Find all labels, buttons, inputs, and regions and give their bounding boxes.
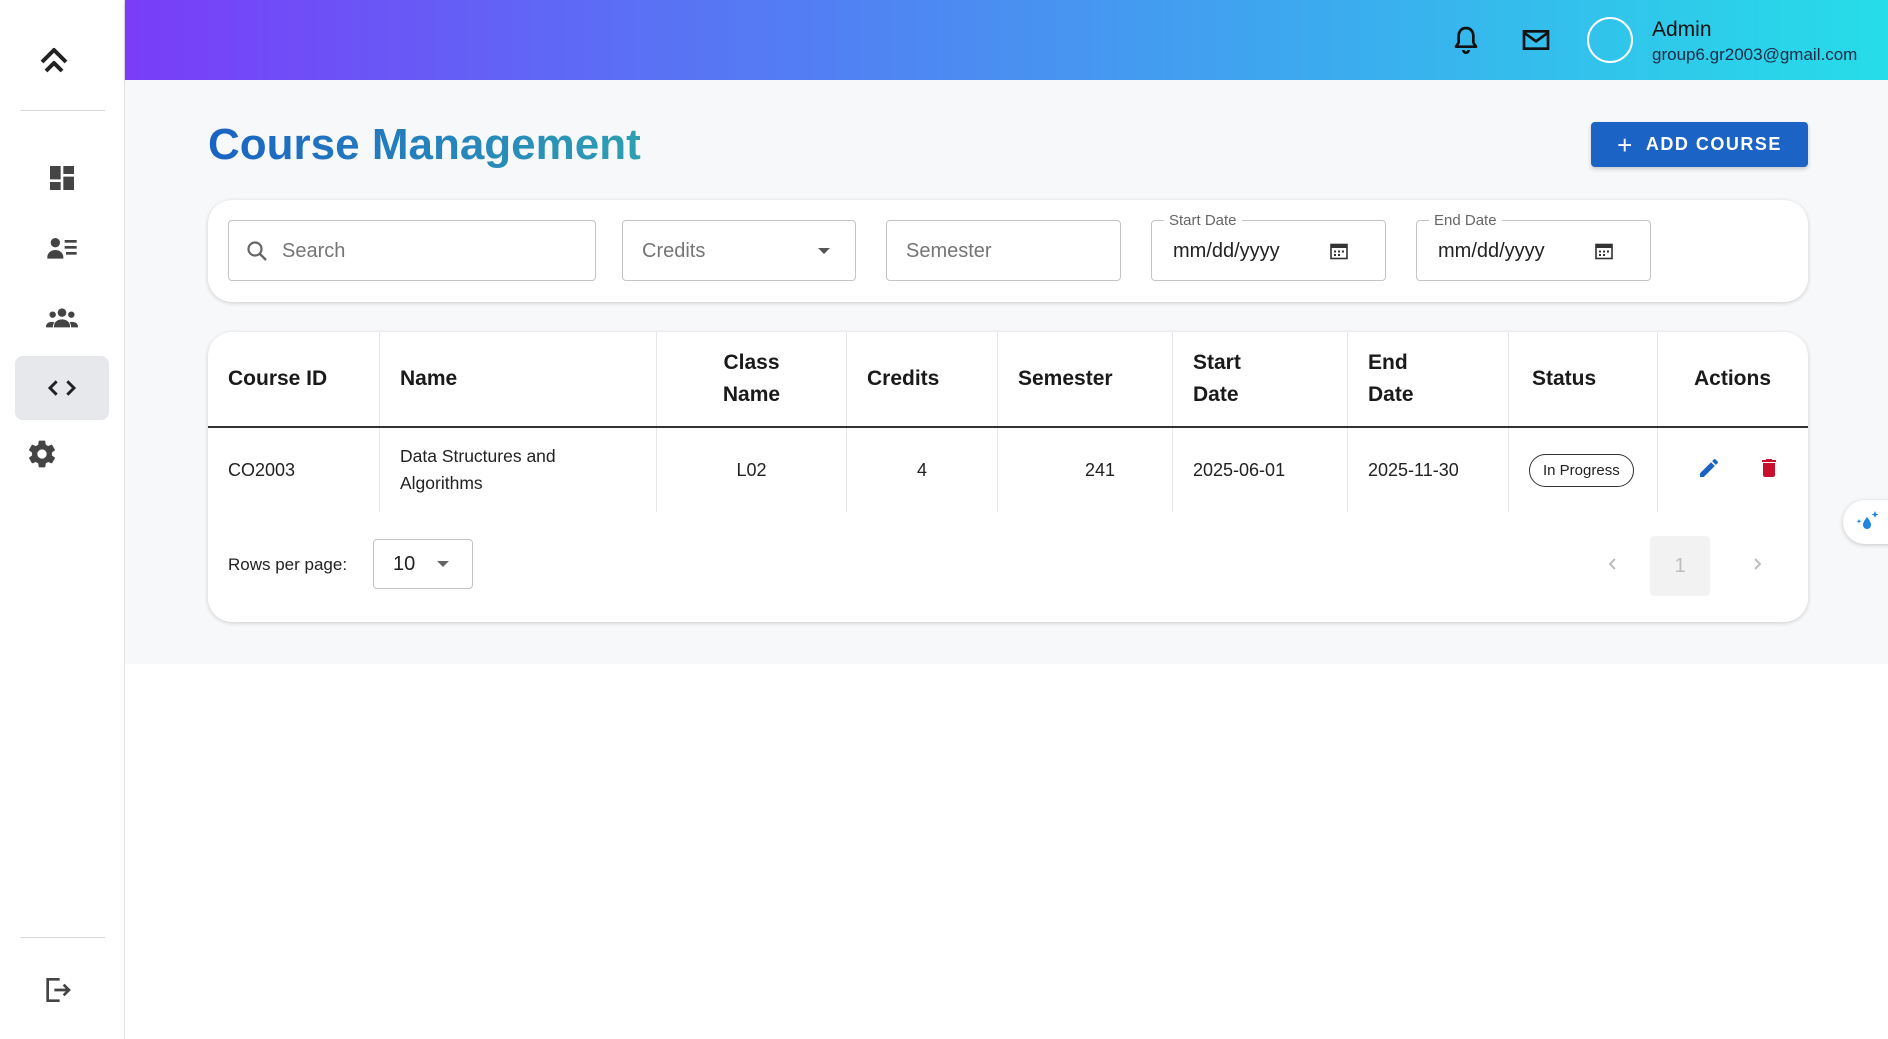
col-end-date[interactable]: End Date [1348,332,1509,426]
cell-actions [1658,428,1808,512]
end-date-value: mm/dd/yyyy [1438,240,1545,262]
logo-icon[interactable] [36,44,72,76]
student-list-icon [47,238,77,259]
cell-name: Data Structures and Algorithms [380,428,657,512]
sidebar-item-settings[interactable] [10,422,74,486]
prev-page-button[interactable] [1595,546,1631,582]
plus-icon: + [1617,129,1634,160]
dashboard-icon [50,166,74,190]
bell-icon[interactable] [1450,24,1482,56]
logout-icon [46,978,71,1002]
col-start-date[interactable]: Start Date [1173,332,1348,426]
chevron-down-icon [818,248,830,254]
sidebar-item-groups[interactable] [15,286,109,350]
semester-placeholder: Semester [906,240,992,262]
end-date-field[interactable]: End Date mm/dd/yyyy [1416,212,1651,281]
filter-bar: Search Credits Semester Start Date mm/dd… [208,200,1808,302]
page-title: Course Management [208,120,641,169]
sparkle-drop-icon [1856,511,1879,529]
groups-icon [46,308,78,328]
cell-start-date: 2025-06-01 [1173,428,1348,512]
credits-placeholder: Credits [642,240,706,262]
col-status[interactable]: Status [1509,332,1658,426]
cell-end-date: 2025-11-30 [1348,428,1509,512]
start-date-label: Start Date [1164,212,1242,229]
col-actions: Actions [1694,367,1772,390]
chevron-left-icon [1608,558,1616,570]
chevron-right-icon [1754,558,1762,570]
user-name: Admin [1652,18,1712,41]
calendar-icon[interactable] [1594,241,1614,261]
col-semester[interactable]: Semester [998,332,1173,426]
main-content: Course Management + ADD COURSE Search Cr… [125,80,1888,664]
search-input[interactable]: Search [228,220,596,281]
gear-icon [29,440,55,468]
code-icon [47,380,77,396]
logout-button[interactable] [20,958,94,1022]
sidebar-item-courses[interactable] [15,356,109,420]
col-credits[interactable]: Credits [847,332,998,426]
sidebar-divider [20,937,105,938]
mail-icon[interactable] [1520,24,1552,56]
chevron-down-icon [437,561,449,567]
cell-credits: 4 [847,428,998,512]
col-class-name[interactable]: Class Name [657,332,847,426]
status-badge: In Progress [1529,453,1634,487]
add-course-label: ADD COURSE [1645,134,1782,154]
col-name[interactable]: Name [380,332,657,426]
avatar[interactable] [1587,17,1633,63]
cell-course-id: CO2003 [208,428,380,512]
cell-semester: 241 [998,428,1173,512]
cell-class-name: L02 [657,428,847,512]
search-icon [247,241,267,261]
rows-per-page-value: 10 [393,553,416,575]
delete-icon[interactable] [1757,456,1781,480]
credits-select[interactable]: Credits [622,220,856,281]
page-button-current[interactable]: 1 [1650,536,1710,596]
start-date-value: mm/dd/yyyy [1173,240,1280,262]
add-course-button[interactable]: + ADD COURSE [1591,122,1808,167]
user-email: group6.gr2003@gmail.com [1652,45,1858,64]
semester-input[interactable]: Semester [886,220,1121,281]
start-date-field[interactable]: Start Date mm/dd/yyyy [1151,212,1386,281]
sidebar-item-dashboard[interactable] [15,146,109,210]
top-header: Admin group6.gr2003@gmail.com [125,0,1888,80]
col-course-id[interactable]: Course ID [208,332,380,426]
rows-per-page-select[interactable]: 10 [373,539,473,589]
end-date-label: End Date [1429,212,1502,229]
rows-per-page-label: Rows per page: [228,555,348,574]
sidebar [0,0,125,1039]
sidebar-divider [20,110,105,111]
calendar-icon[interactable] [1329,241,1349,261]
assistant-float-button[interactable] [1843,500,1888,544]
course-table: Course ID Name Class Name Credits Semest… [208,332,1808,622]
next-page-button[interactable] [1739,546,1775,582]
search-placeholder: Search [282,240,346,262]
cell-status: In Progress [1509,428,1658,512]
edit-icon[interactable] [1697,456,1721,480]
sidebar-item-students[interactable] [15,216,109,280]
